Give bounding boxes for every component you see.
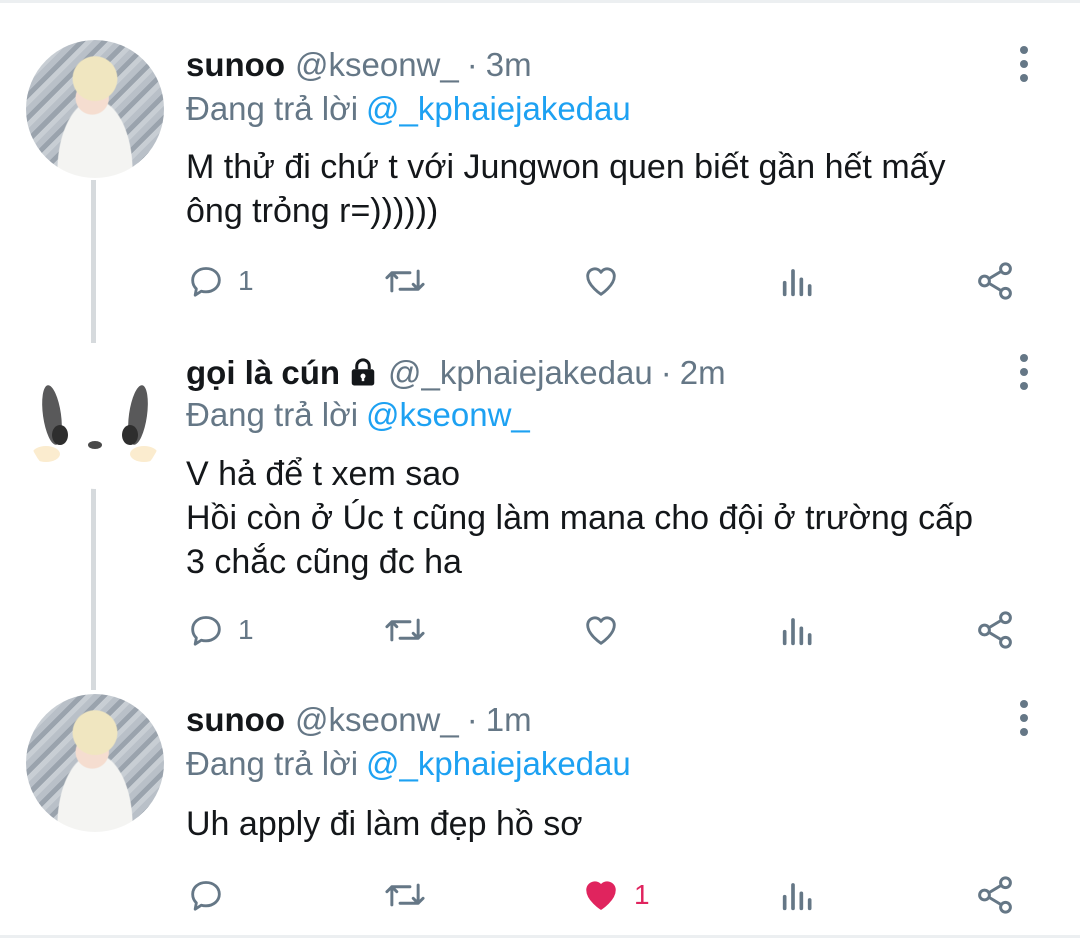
retweet-icon	[385, 883, 425, 907]
timestamp[interactable]: 2m	[680, 354, 726, 392]
top-divider	[0, 0, 1080, 3]
reply-prefix: Đang trả lời	[186, 745, 359, 782]
user-handle[interactable]: @kseonw_	[295, 46, 459, 84]
tweet-text-line: M thử đi chứ t với Jungwon quen biết gần…	[186, 148, 946, 186]
action-bar: 1	[0, 259, 1080, 303]
tweet-text-line: Hồi còn ở Úc t cũng làm mana cho đội ở t…	[186, 499, 973, 537]
reply-button[interactable]: 1	[186, 259, 254, 303]
reply-button[interactable]: 1	[186, 608, 254, 652]
like-button[interactable]	[580, 259, 622, 303]
reply-icon	[191, 881, 221, 911]
tweet-text-line: Uh apply đi làm đẹp hồ sơ	[186, 805, 583, 843]
analytics-button[interactable]	[778, 259, 818, 303]
replying-to: Đang trả lời @_kphaiejakedau	[186, 745, 631, 783]
timestamp[interactable]: 3m	[486, 46, 532, 84]
action-bar: 1	[0, 873, 1080, 917]
tweet-text-line: V hả để t xem sao	[186, 455, 461, 493]
reply-count: 1	[238, 614, 254, 645]
retweet-icon	[385, 618, 425, 642]
retweet-button[interactable]	[382, 873, 428, 917]
reply-prefix: Đang trả lời	[186, 396, 359, 433]
share-icon	[978, 611, 1012, 649]
analytics-icon	[782, 883, 812, 911]
reply-button[interactable]	[186, 873, 238, 917]
analytics-button[interactable]	[778, 873, 818, 917]
replying-to: Đang trả lời @kseonw_	[186, 396, 530, 434]
reply-icon	[191, 616, 221, 646]
reply-to-handle[interactable]: @kseonw_	[366, 396, 530, 433]
reply-to-handle[interactable]: @_kphaiejakedau	[366, 90, 631, 127]
heart-filled-icon	[586, 881, 616, 910]
action-bar: 1	[0, 608, 1080, 652]
retweet-button[interactable]	[382, 608, 428, 652]
tweet-text: V hả để t xem sao Hồi còn ở Úc t cũng là…	[186, 452, 1046, 584]
separator: ·	[466, 701, 478, 738]
lock-icon	[351, 358, 375, 386]
separator: ·	[466, 46, 478, 83]
more-vertical-icon[interactable]	[1012, 46, 1036, 86]
dog-ears-icon	[32, 385, 158, 462]
user-handle[interactable]: @_kphaiejakedau	[388, 354, 653, 392]
share-button[interactable]	[974, 873, 1016, 917]
share-button[interactable]	[974, 608, 1016, 652]
tweet-header: gọi là cún @_kphaiejakedau · 2m	[186, 353, 726, 393]
like-count: 1	[634, 879, 650, 910]
retweet-icon	[385, 269, 425, 293]
analytics-icon	[782, 618, 812, 646]
display-name[interactable]: sunoo	[186, 46, 285, 84]
reply-to-handle[interactable]: @_kphaiejakedau	[366, 745, 631, 782]
tweet-header: sunoo @kseonw_ · 1m	[186, 700, 532, 740]
tweet-text: M thử đi chứ t với Jungwon quen biết gần…	[186, 145, 1046, 233]
tweet-text-line: 3 chắc cũng đc ha	[186, 543, 462, 581]
avatar[interactable]	[26, 694, 164, 832]
thread-line	[91, 487, 96, 690]
separator: ·	[660, 354, 672, 391]
heart-icon	[586, 616, 616, 645]
replying-to: Đang trả lời @_kphaiejakedau	[186, 90, 631, 128]
more-vertical-icon[interactable]	[1012, 700, 1036, 740]
share-icon	[978, 876, 1012, 914]
tweet-text-line: ông trỏng r=))))))	[186, 192, 439, 230]
like-button[interactable]	[580, 608, 622, 652]
more-vertical-icon[interactable]	[1012, 354, 1036, 394]
user-handle[interactable]: @kseonw_	[295, 701, 459, 739]
retweet-button[interactable]	[382, 259, 428, 303]
share-button[interactable]	[974, 259, 1016, 303]
heart-icon	[586, 267, 616, 296]
display-name[interactable]: gọi là cún	[186, 354, 340, 392]
tweet-text: Uh apply đi làm đẹp hồ sơ	[186, 802, 1046, 846]
reply-count: 1	[238, 265, 254, 296]
share-icon	[978, 262, 1012, 300]
tweet-header: sunoo @kseonw_ · 3m	[186, 45, 532, 85]
timestamp[interactable]: 1m	[486, 701, 532, 739]
reply-prefix: Đang trả lời	[186, 90, 359, 127]
like-button[interactable]: 1	[580, 873, 650, 917]
analytics-icon	[782, 269, 812, 297]
avatar[interactable]	[26, 351, 164, 489]
reply-icon	[191, 267, 221, 297]
display-name[interactable]: sunoo	[186, 701, 285, 739]
avatar[interactable]	[26, 40, 164, 178]
analytics-button[interactable]	[778, 608, 818, 652]
